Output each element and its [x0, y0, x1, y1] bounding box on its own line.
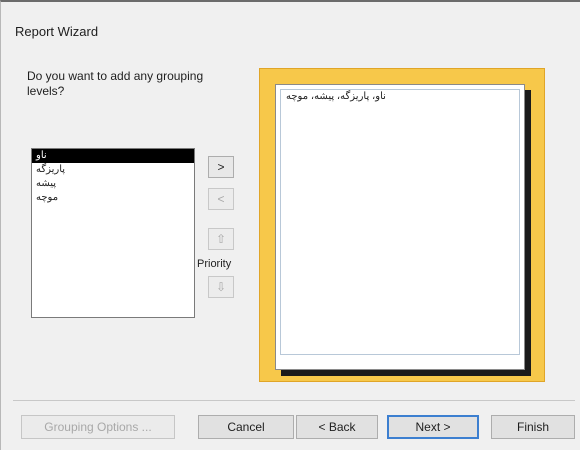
- list-item-field-1[interactable]: ناو: [32, 149, 194, 163]
- priority-down-button[interactable]: ⇩: [208, 276, 234, 298]
- button-separator: [13, 400, 575, 401]
- cancel-button[interactable]: Cancel: [198, 415, 294, 439]
- list-item-field-3[interactable]: پیشە: [32, 177, 194, 191]
- back-button[interactable]: < Back: [296, 415, 378, 439]
- arrow-up-icon: ⇧: [215, 232, 227, 246]
- grouping-options-button[interactable]: Grouping Options ...: [21, 415, 175, 439]
- preview-page: ناو، پاریزگە، پیشە، موچە: [275, 84, 525, 370]
- list-item-field-4[interactable]: موچە: [32, 191, 194, 205]
- finish-button[interactable]: Finish: [491, 415, 575, 439]
- next-button[interactable]: Next >: [387, 415, 479, 439]
- list-item-field-2[interactable]: پاریزگە: [32, 163, 194, 177]
- priority-label: Priority: [197, 258, 232, 270]
- preview-inner-box: [280, 89, 520, 355]
- remove-grouping-button[interactable]: <: [208, 188, 234, 210]
- dialog-title: Report Wizard: [15, 24, 99, 39]
- available-fields-list[interactable]: ناو پاریزگە پیشە موچە: [31, 148, 195, 318]
- arrow-down-icon: ⇩: [215, 280, 227, 294]
- priority-up-button[interactable]: ⇧: [208, 228, 234, 250]
- grouping-prompt: Do you want to add any grouping levels?: [27, 69, 204, 98]
- add-grouping-button[interactable]: >: [208, 156, 234, 178]
- preview-grouping-text: ناو، پاریزگە، پیشە، موچە: [286, 91, 386, 102]
- report-wizard-dialog: Report Wizard Do you want to add any gro…: [0, 0, 580, 450]
